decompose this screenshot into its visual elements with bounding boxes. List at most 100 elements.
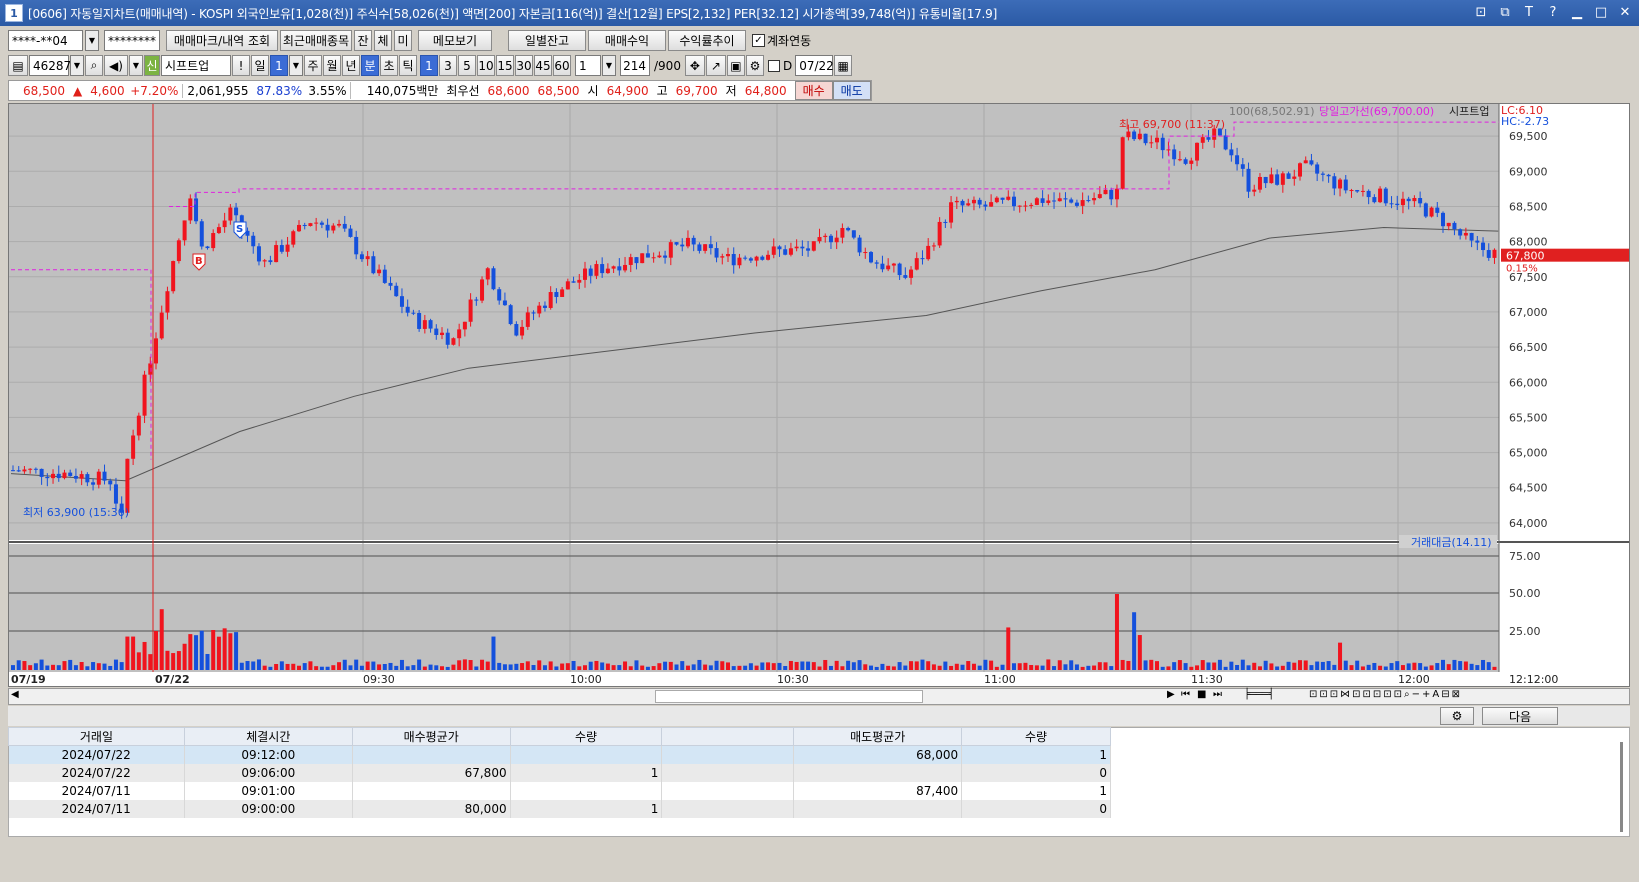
table-row[interactable]: 2024/07/11 09:00:00 80,000 1 0 <box>8 799 1111 818</box>
period-day-button[interactable]: 일 <box>251 55 269 76</box>
table-settings-icon[interactable]: ⚙ <box>1440 707 1474 725</box>
sell-button[interactable]: 매도 <box>832 81 871 100</box>
layout-icon[interactable]: ▤ <box>8 55 28 76</box>
help-icon[interactable]: ? <box>1543 3 1563 22</box>
volume-bar <box>897 662 902 670</box>
interval-input[interactable]: 1 <box>575 55 601 76</box>
volume-bar <box>565 663 570 670</box>
next-button[interactable]: 다음 <box>1482 707 1558 725</box>
interval-10-button[interactable]: 10 <box>477 55 495 76</box>
filled-button[interactable]: 체 <box>374 30 392 51</box>
play-forward-icon[interactable]: ⏭ <box>1213 689 1222 700</box>
indicator-icon[interactable]: ✥ <box>684 55 705 76</box>
password-input[interactable]: ******** <box>104 30 160 51</box>
candle-body <box>903 275 908 278</box>
table-row[interactable]: 2024/07/22 09:06:00 67,800 1 0 <box>8 763 1111 782</box>
code-dropdown-icon[interactable]: ▼ <box>70 55 84 76</box>
memo-button[interactable]: 메모보기 <box>418 30 492 51</box>
chart-scrollbar[interactable]: ◀ ▶ ⏮ ■ ⏭ ╞═══╡ ⊡⊡⊡⋈⊡⊡⊡⊡⊡⌕−+A⊟⊠ <box>8 688 1630 705</box>
recent-stocks-button[interactable]: 최근매매종목 <box>280 30 352 51</box>
zoom-slider-icon[interactable]: ╞═══╡ <box>1244 689 1274 700</box>
profit-trend-button[interactable]: 수익률추이 <box>668 30 746 51</box>
buy-button[interactable]: 매수 <box>794 81 833 100</box>
period-minute-button[interactable]: 분 <box>361 55 379 76</box>
account-dropdown-icon[interactable]: ▼ <box>85 30 99 51</box>
drawing-icon[interactable]: ↗ <box>705 55 726 76</box>
link-icon[interactable]: ⧉ <box>1495 3 1515 22</box>
balance-button[interactable]: 잔 <box>354 30 372 51</box>
stock-code-input[interactable]: 462870 <box>29 55 79 76</box>
trade-profit-button[interactable]: 매매수익 <box>588 30 666 51</box>
interval-1-button[interactable]: 1 <box>420 55 438 76</box>
trade-mark-button[interactable]: 매매마크/내역 조회 <box>166 30 278 51</box>
ma-label: 100(68,502.91) <box>1229 105 1315 118</box>
candle-body <box>1103 189 1108 195</box>
candle-body <box>977 199 982 205</box>
play-back-icon[interactable]: ⏮ <box>1181 689 1190 700</box>
period-month-button[interactable]: 월 <box>323 55 341 76</box>
candle-body <box>411 312 416 314</box>
table-row[interactable]: 2024/07/11 09:01:00 87,400 1 <box>8 781 1111 800</box>
volume-bar <box>1086 665 1091 670</box>
save-icon[interactable]: ▣ <box>726 55 745 76</box>
interval-60-button[interactable]: 60 <box>553 55 571 76</box>
candle-body <box>256 246 261 262</box>
interval-3-button[interactable]: 3 <box>439 55 457 76</box>
volume-bar <box>571 660 576 670</box>
settings-icon[interactable]: ⚙ <box>745 55 764 76</box>
maximize-icon[interactable]: □ <box>1591 3 1611 22</box>
scroll-right-icon[interactable]: ▶ <box>1167 689 1175 700</box>
interval-15-button[interactable]: 15 <box>496 55 514 76</box>
sound-dropdown-icon[interactable]: ▼ <box>129 55 143 76</box>
account-input[interactable]: ****-**04 <box>8 30 83 51</box>
date-input[interactable]: 07/22 <box>795 55 834 76</box>
period-year-button[interactable]: 년 <box>342 55 360 76</box>
period-second-button[interactable]: 초 <box>380 55 398 76</box>
font-icon[interactable]: T <box>1519 3 1539 22</box>
bar-count-input[interactable]: 214 <box>620 55 650 76</box>
volume-bar <box>823 659 828 670</box>
date-checkbox[interactable] <box>767 59 780 72</box>
stock-name-field[interactable]: 시프트업 <box>161 55 231 76</box>
period-week-button[interactable]: 주 <box>304 55 322 76</box>
interval-5-button[interactable]: 5 <box>458 55 476 76</box>
unfilled-button[interactable]: 미 <box>394 30 412 51</box>
chart-svg[interactable]: 69,50069,00068,50068,00067,50067,00066,5… <box>9 104 1629 686</box>
candle-body <box>680 244 685 247</box>
stop-icon[interactable]: ■ <box>1197 689 1206 700</box>
stock-tag: 시프트업 <box>1449 105 1489 118</box>
period-count-field[interactable]: 1 <box>270 55 288 76</box>
scroll-left-icon[interactable]: ◀ <box>11 689 19 700</box>
volume-bar <box>274 664 279 670</box>
candle-body <box>714 248 719 258</box>
candle-body <box>319 222 324 225</box>
table-row[interactable]: 2024/07/22 09:12:00 68,000 1 <box>8 745 1111 764</box>
volume-bar <box>131 636 136 670</box>
account-link-checkbox[interactable]: ✓ 계좌연동 <box>752 32 811 49</box>
checkbox-checked-icon[interactable]: ✓ <box>752 34 765 47</box>
interval-dropdown-icon[interactable]: ▼ <box>602 55 616 76</box>
table-scrollbar[interactable] <box>1620 742 1623 832</box>
candle-body <box>1412 198 1417 202</box>
candle-body <box>611 266 616 269</box>
candle-body <box>1052 200 1057 202</box>
candle-body <box>440 332 444 336</box>
chart-area[interactable]: 69,500 69,000 68,500 68,000 67,500 67,000 66,5… <box>8 103 1630 687</box>
scroll-thumb[interactable] <box>655 690 923 703</box>
bar-count-max: /900 <box>654 58 681 73</box>
period-tick-button[interactable]: 틱 <box>399 55 417 76</box>
daily-balance-button[interactable]: 일별잔고 <box>508 30 586 51</box>
period-count-dropdown-icon[interactable]: ▼ <box>289 55 303 76</box>
sound-icon[interactable]: ◀) <box>104 55 128 76</box>
search-icon[interactable]: ⌕ <box>85 55 103 76</box>
interval-30-button[interactable]: 30 <box>515 55 533 76</box>
volume-bar <box>828 665 833 670</box>
candle-body <box>1389 203 1394 205</box>
minimize-icon[interactable]: ▁ <box>1567 3 1587 22</box>
close-icon[interactable]: ✕ <box>1615 3 1635 22</box>
interval-45-button[interactable]: 45 <box>534 55 552 76</box>
chart-tools-icon[interactable]: ⊡⊡⊡⋈⊡⊡⊡⊡⊡⌕−+A⊟⊠ <box>1309 689 1462 700</box>
pin-icon[interactable]: ⊡ <box>1471 3 1491 22</box>
alert-icon[interactable]: ! <box>232 55 250 76</box>
calendar-icon[interactable]: ▦ <box>834 55 853 76</box>
